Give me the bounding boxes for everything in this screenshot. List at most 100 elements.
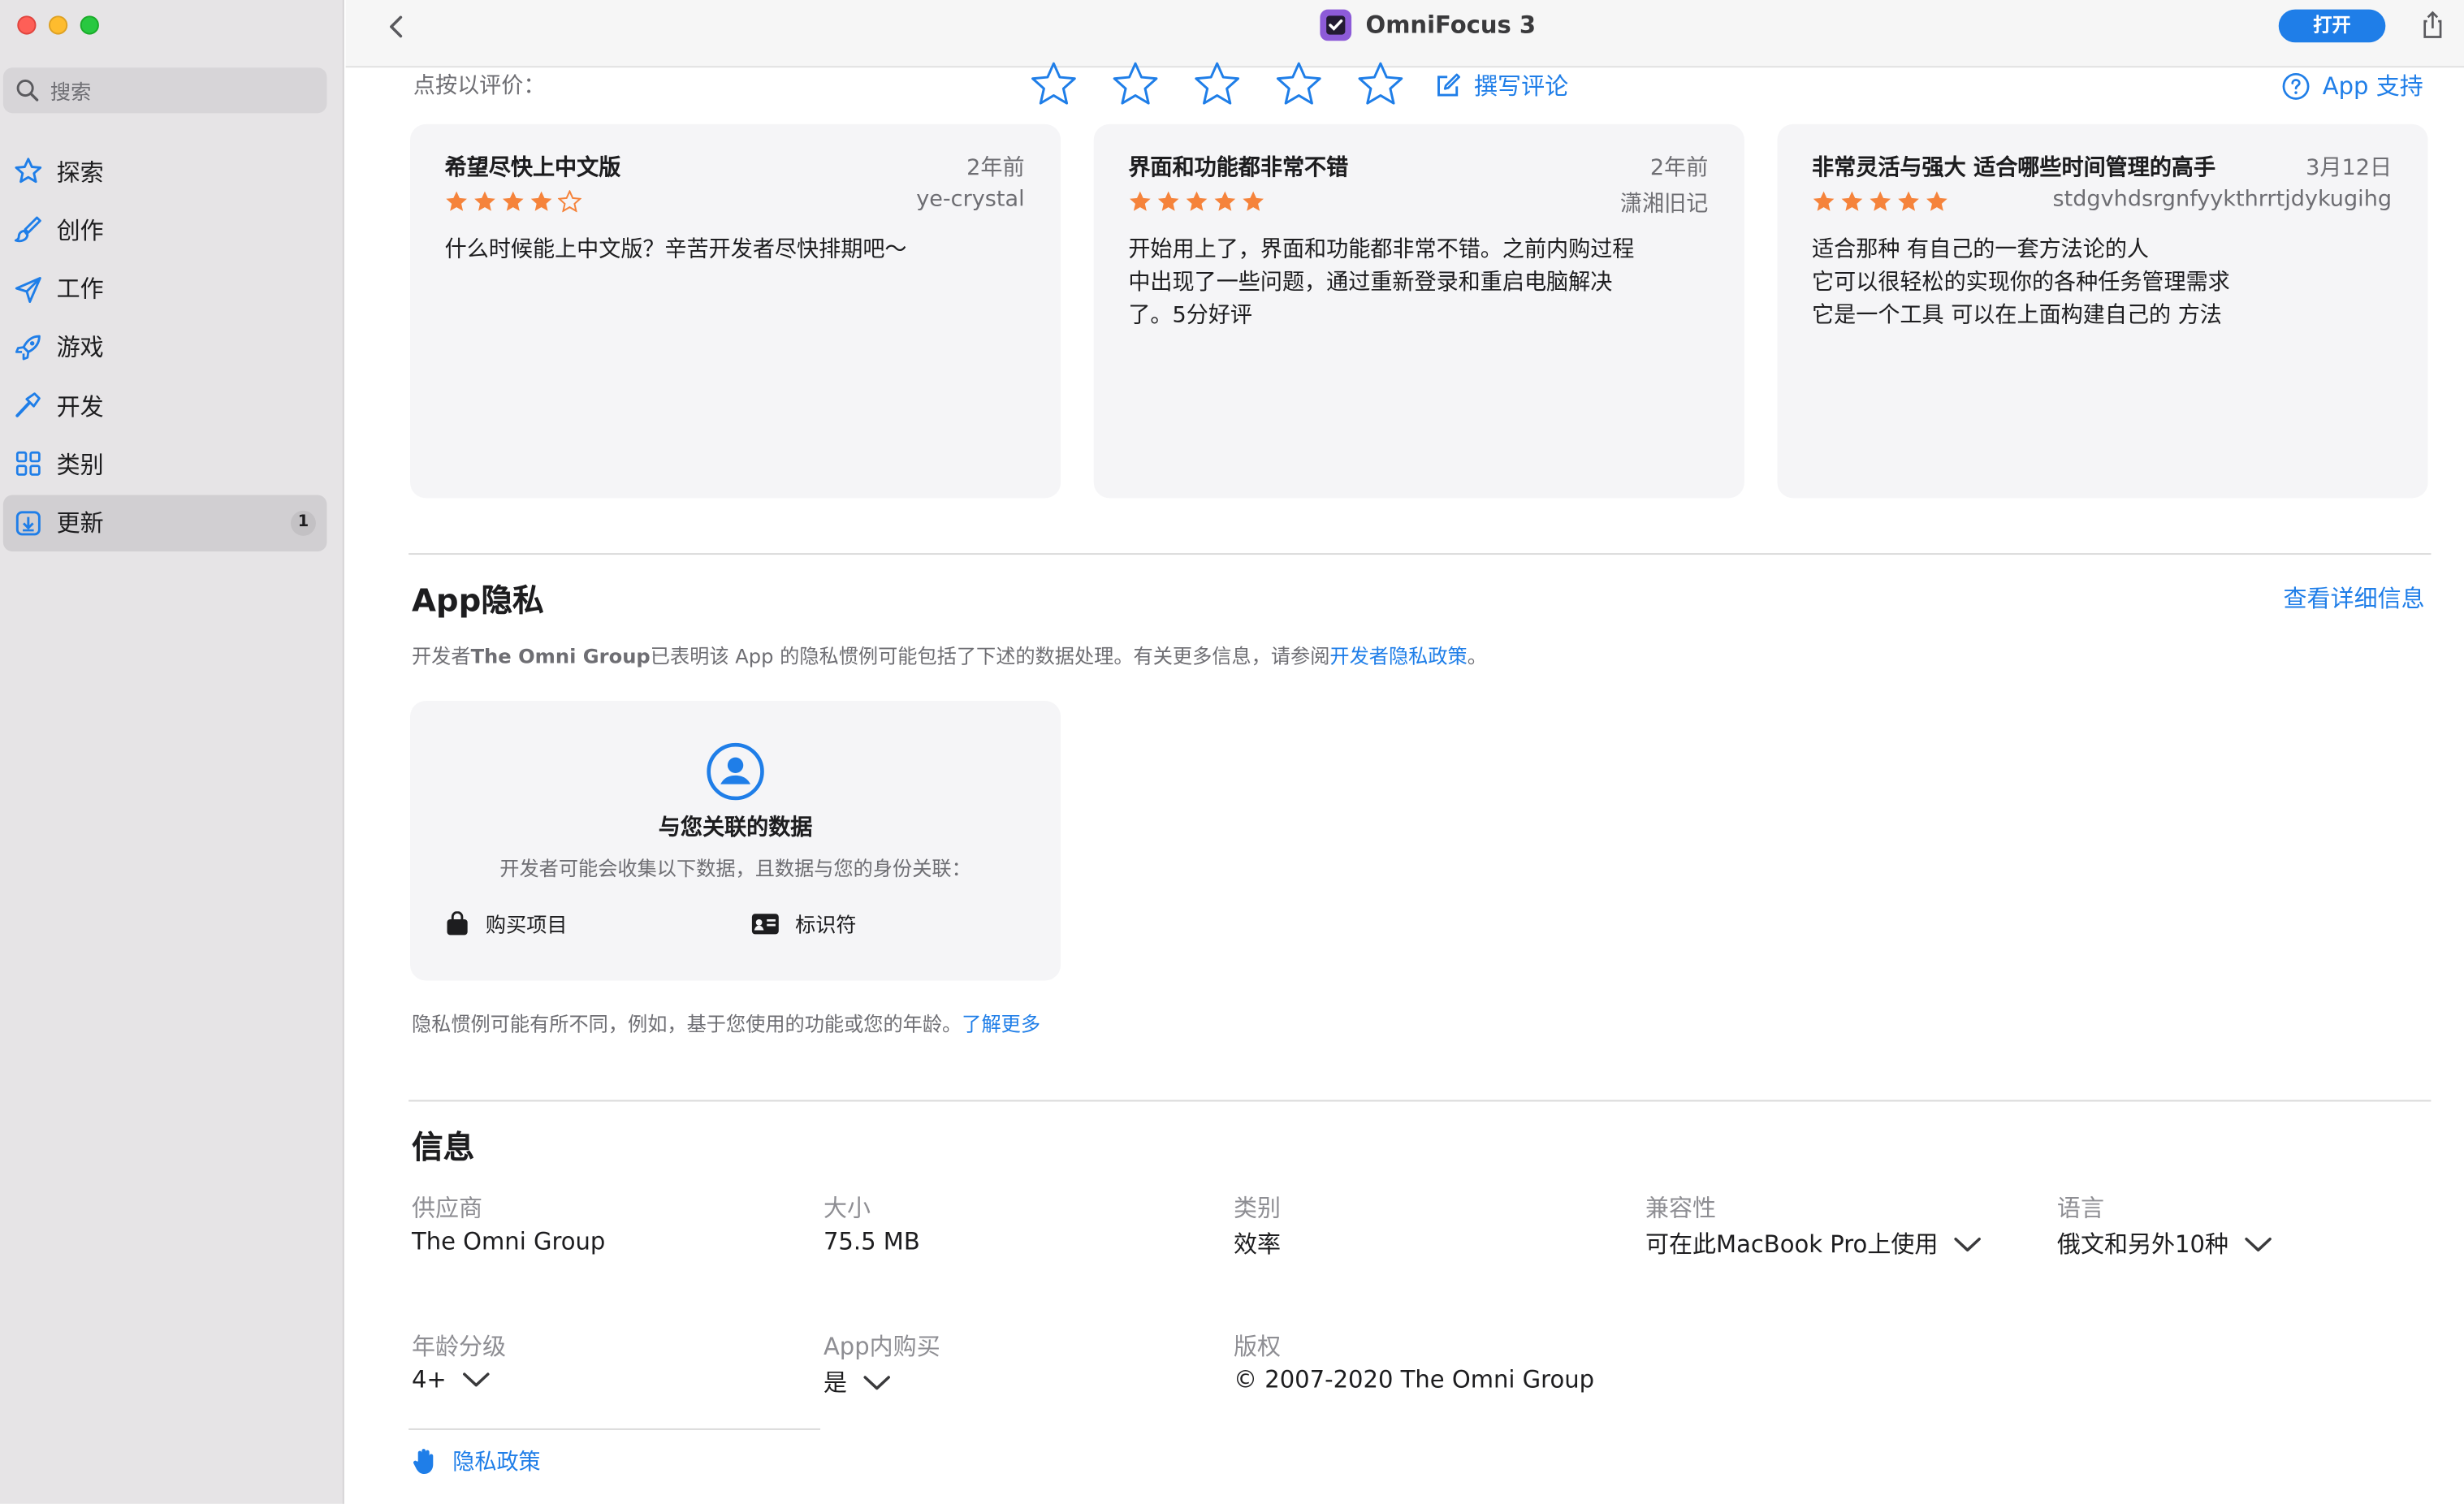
search-field[interactable]: 搜索 bbox=[2, 67, 327, 114]
info-value: © 2007-2020 The Omni Group bbox=[1234, 1366, 1594, 1394]
hammer-icon bbox=[15, 392, 41, 418]
info-value-text: 可在此MacBook Pro上使用 bbox=[1645, 1230, 1939, 1259]
review-body: 什么时候能上中文版？辛苦开发者尽快排期吧～ bbox=[444, 237, 907, 263]
privacy-description: 开发者The Omni Group已表明该 App 的隐私惯例可能包括了下述的数… bbox=[412, 640, 1487, 670]
info-value-text: 俄文和另外10种 bbox=[2056, 1230, 2229, 1259]
chevron-down-icon[interactable] bbox=[1954, 1236, 1982, 1251]
info-key: 类别 bbox=[1233, 1194, 1282, 1223]
info-value: 是 bbox=[823, 1366, 940, 1399]
grid-icon bbox=[15, 452, 41, 477]
app-name: OmniFocus 3 bbox=[1365, 11, 1537, 40]
sidebar-item-work[interactable]: 工作 bbox=[3, 260, 327, 317]
minimize-window-button[interactable] bbox=[48, 15, 68, 35]
info-value: 俄文和另外10种 bbox=[2057, 1227, 2272, 1260]
sidebar-item-label: 工作 bbox=[56, 274, 104, 304]
info-languages[interactable]: 语言 俄文和另外10种 bbox=[2057, 1191, 2272, 1260]
info-key: App内购买 bbox=[823, 1332, 940, 1361]
filled-star-icon bbox=[1926, 191, 1947, 211]
chevron-down-icon[interactable] bbox=[2244, 1236, 2272, 1251]
privacy-note: 隐私惯例可能有所不同，例如，基于您使用的功能或您的年龄。了解更多 bbox=[412, 1007, 1040, 1037]
info-provider: 供应商 The Omni Group bbox=[412, 1191, 605, 1255]
sidebar-item-label: 更新 bbox=[56, 509, 104, 538]
filled-star-icon bbox=[502, 191, 524, 211]
section-divider bbox=[409, 1100, 2432, 1102]
sidebar-item-label: 开发 bbox=[56, 392, 104, 421]
open-button[interactable]: 打开 bbox=[2278, 9, 2386, 43]
info-value: 4+ bbox=[412, 1366, 506, 1394]
privacy-desc-middle: 已表明该 App 的隐私惯例可能包括了下述的数据处理。有关更多信息，请参阅 bbox=[650, 644, 1330, 668]
info-key: 供应商 bbox=[411, 1194, 483, 1223]
rating-row: 点按以评价： 撰写评论 App 支持 bbox=[413, 60, 2425, 107]
empty-star-icon bbox=[557, 190, 581, 213]
info-value: 效率 bbox=[1234, 1227, 1281, 1260]
sidebar-item-label: 游戏 bbox=[56, 333, 104, 362]
write-review-button[interactable]: 撰写评论 bbox=[1435, 69, 1569, 102]
privacy-item-purchases: 购买项目 bbox=[445, 908, 568, 938]
paperplane-icon bbox=[15, 276, 41, 303]
info-category: 类别 效率 bbox=[1234, 1191, 1281, 1260]
rate-star-2-icon[interactable] bbox=[1111, 60, 1160, 107]
toolbar: OmniFocus 3 打开 bbox=[345, 0, 2464, 68]
person-circle-icon bbox=[707, 742, 764, 801]
privacy-desc-suffix: 。 bbox=[1467, 644, 1487, 668]
main-content: OmniFocus 3 打开 点按以评价： 撰写评论 App 支持 希望尽快上中… bbox=[345, 0, 2464, 1504]
info-copyright: 版权 © 2007-2020 The Omni Group bbox=[1234, 1329, 1594, 1394]
chevron-down-icon[interactable] bbox=[862, 1374, 891, 1389]
sidebar-item-create[interactable]: 创作 bbox=[3, 201, 327, 258]
privacy-item-identifiers: 标识符 bbox=[751, 908, 857, 938]
id-card-icon bbox=[751, 913, 779, 934]
review-stars bbox=[1128, 190, 1264, 212]
write-review-label: 撰写评论 bbox=[1474, 72, 1569, 101]
review-card[interactable]: 希望尽快上中文版 2年前 ye-crystal 什么时候能上中文版？辛苦开发者尽… bbox=[410, 123, 1061, 499]
info-age-rating[interactable]: 年龄分级 4+ bbox=[412, 1329, 506, 1394]
privacy-note-text: 隐私惯例可能有所不同，例如，基于您使用的功能或您的年龄。 bbox=[411, 1012, 962, 1036]
rate-star-3-icon[interactable] bbox=[1193, 60, 1242, 107]
privacy-policy-link[interactable]: 隐私政策 bbox=[412, 1446, 541, 1477]
rocket-icon bbox=[15, 335, 41, 361]
sidebar-item-discover[interactable]: 探索 bbox=[3, 143, 327, 200]
search-icon bbox=[16, 80, 39, 102]
privacy-policy-label: 隐私政策 bbox=[452, 1450, 541, 1476]
review-author: stdgvhdsrgnfyykthrrtjdykugihg bbox=[2052, 187, 2393, 213]
review-date: 2年前 bbox=[966, 155, 1025, 181]
app-support-link[interactable]: App 支持 bbox=[2281, 69, 2423, 102]
sidebar-item-label: 类别 bbox=[56, 451, 104, 480]
filled-star-icon bbox=[1214, 191, 1236, 211]
close-window-button[interactable] bbox=[17, 15, 37, 35]
info-value-text: 4+ bbox=[411, 1365, 447, 1394]
zoom-window-button[interactable] bbox=[80, 15, 99, 35]
filled-star-icon bbox=[1841, 191, 1863, 211]
rate-star-5-icon[interactable] bbox=[1356, 60, 1405, 107]
policy-divider bbox=[409, 1428, 821, 1430]
info-size: 大小 75.5 MB bbox=[823, 1191, 920, 1255]
info-value: The Omni Group bbox=[412, 1227, 605, 1255]
privacy-desc-prefix: 开发者 bbox=[411, 644, 471, 668]
sidebar-item-games[interactable]: 游戏 bbox=[3, 319, 327, 376]
sidebar-item-categories[interactable]: 类别 bbox=[3, 436, 327, 493]
info-in-app-purchases[interactable]: App内购买 是 bbox=[823, 1329, 940, 1398]
privacy-details-link[interactable]: 查看详细信息 bbox=[2284, 581, 2425, 615]
rate-star-4-icon[interactable] bbox=[1274, 60, 1323, 107]
info-compatibility[interactable]: 兼容性 可在此MacBook Pro上使用 bbox=[1645, 1191, 1982, 1260]
back-chevron-icon[interactable] bbox=[382, 11, 413, 43]
review-author: 潇湘旧记 bbox=[1619, 192, 1709, 218]
developer-privacy-policy-link[interactable]: 开发者隐私政策 bbox=[1329, 644, 1467, 668]
review-stars bbox=[445, 190, 581, 213]
app-title: OmniFocus 3 bbox=[1320, 9, 1537, 41]
app-support-label: App 支持 bbox=[2322, 72, 2423, 101]
filled-star-icon bbox=[530, 191, 552, 211]
updates-count-badge: 1 bbox=[290, 510, 316, 536]
sidebar: 搜索 探索 创作 工作 游戏 开发 类别 更新 1 bbox=[0, 0, 344, 1504]
filled-star-icon bbox=[474, 191, 495, 211]
learn-more-link[interactable]: 了解更多 bbox=[962, 1012, 1040, 1035]
sidebar-item-develop[interactable]: 开发 bbox=[3, 378, 327, 434]
review-card[interactable]: 非常灵活与强大 适合哪些时间管理的高手 3月12日 stdgvhdsrgnfyy… bbox=[1777, 123, 2428, 499]
review-card[interactable]: 界面和功能都非常不错 2年前 潇湘旧记 开始用上了，界面和功能都非常不错。之前内… bbox=[1093, 123, 1744, 499]
info-key: 大小 bbox=[823, 1194, 871, 1223]
info-value-text: 75.5 MB bbox=[823, 1227, 920, 1256]
share-icon[interactable] bbox=[2419, 10, 2447, 41]
chevron-down-icon[interactable] bbox=[462, 1372, 491, 1387]
sidebar-item-updates[interactable]: 更新 1 bbox=[2, 495, 327, 551]
sidebar-nav: 探索 创作 工作 游戏 开发 类别 更新 1 bbox=[2, 143, 327, 553]
rate-star-1-icon[interactable] bbox=[1029, 60, 1078, 107]
